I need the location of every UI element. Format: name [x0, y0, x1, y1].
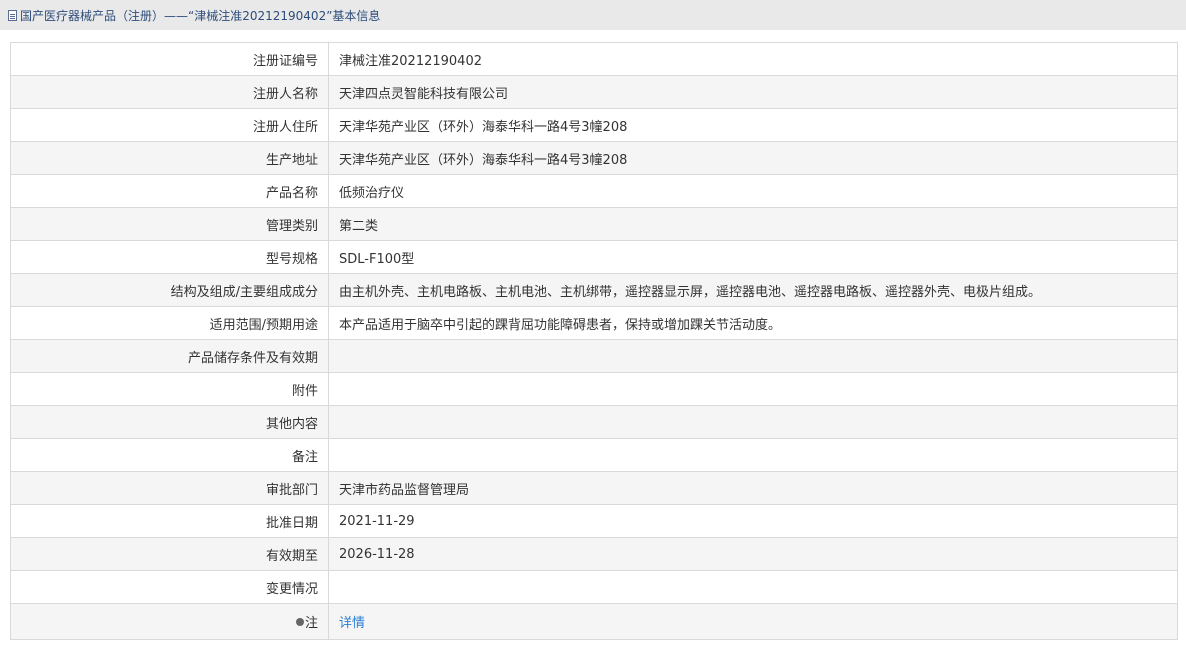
table-row: 注册证编号 津械注准20212190402: [10, 42, 1178, 76]
table-row: 结构及组成/主要组成成分 由主机外壳、主机电路板、主机电池、主机绑带，遥控器显示屏…: [10, 273, 1178, 307]
info-table: 注册证编号 津械注准20212190402 注册人名称 天津四点灵智能科技有限公司 注册…: [10, 42, 1178, 640]
note-row: 注 详情: [10, 603, 1178, 640]
row-label: 产品储存条件及有效期: [10, 339, 329, 373]
table-row: 生产地址 天津华苑产业区（环外）海泰华科一路4号3幢208: [10, 141, 1178, 175]
row-value: [328, 372, 1178, 406]
row-value: 第二类: [328, 207, 1178, 241]
table-row: 变更情况: [10, 570, 1178, 604]
table-row: 注册人住所 天津华苑产业区（环外）海泰华科一路4号3幢208: [10, 108, 1178, 142]
row-value: 低频治疗仪: [328, 174, 1178, 208]
table-row: 注册人名称 天津四点灵智能科技有限公司: [10, 75, 1178, 109]
info-table-body: 注册证编号 津械注准20212190402 注册人名称 天津四点灵智能科技有限公司 注册…: [10, 42, 1178, 640]
row-value: 天津华苑产业区（环外）海泰华科一路4号3幢208: [328, 141, 1178, 175]
lightbulb-icon: [295, 618, 304, 626]
row-value: [328, 570, 1178, 604]
row-value: [328, 438, 1178, 472]
row-label: 有效期至: [10, 537, 329, 571]
row-label: 管理类别: [10, 207, 329, 241]
row-label: 批准日期: [10, 504, 329, 538]
row-value: 由主机外壳、主机电路板、主机电池、主机绑带，遥控器显示屏，遥控器电池、遥控器电路…: [328, 273, 1178, 307]
table-row: 备注: [10, 438, 1178, 472]
info-table-container: 注册证编号 津械注准20212190402 注册人名称 天津四点灵智能科技有限公司 注册…: [10, 42, 1178, 640]
table-row: 其他内容: [10, 405, 1178, 439]
row-value: [328, 405, 1178, 439]
row-label: 变更情况: [10, 570, 329, 604]
table-row: 附件: [10, 372, 1178, 406]
note-value-cell: 详情: [328, 603, 1178, 640]
row-label: 注册人住所: [10, 108, 329, 142]
row-label: 生产地址: [10, 141, 329, 175]
page-header: 国产医疗器械产品（注册）——“津械注准20212190402”基本信息: [0, 0, 1186, 30]
row-label: 适用范围/预期用途: [10, 306, 329, 340]
row-label: 备注: [10, 438, 329, 472]
note-label: 注: [304, 616, 318, 631]
table-row: 批准日期 2021-11-29: [10, 504, 1178, 538]
row-value: 2026-11-28: [328, 537, 1178, 571]
row-label: 型号规格: [10, 240, 329, 274]
table-row: 产品名称 低频治疗仪: [10, 174, 1178, 208]
row-value: 津械注准20212190402: [328, 42, 1178, 76]
row-value: [328, 339, 1178, 373]
table-row: 审批部门 天津市药品监督管理局: [10, 471, 1178, 505]
row-value: 天津市药品监督管理局: [328, 471, 1178, 505]
row-value: 本产品适用于脑卒中引起的踝背屈功能障碍患者，保持或增加踝关节活动度。: [328, 306, 1178, 340]
row-label: 审批部门: [10, 471, 329, 505]
table-row: 产品储存条件及有效期: [10, 339, 1178, 373]
row-value: 天津四点灵智能科技有限公司: [328, 75, 1178, 109]
row-label: 注册证编号: [10, 42, 329, 76]
row-label: 其他内容: [10, 405, 329, 439]
table-row: 管理类别 第二类: [10, 207, 1178, 241]
row-label: 附件: [10, 372, 329, 406]
row-label: 产品名称: [10, 174, 329, 208]
table-row: 有效期至 2026-11-28: [10, 537, 1178, 571]
table-row: 型号规格 SDL-F100型: [10, 240, 1178, 274]
row-value: SDL-F100型: [328, 240, 1178, 274]
document-icon: [8, 9, 17, 21]
table-row: 适用范围/预期用途 本产品适用于脑卒中引起的踝背屈功能障碍患者，保持或增加踝关节活…: [10, 306, 1178, 340]
note-label-cell: 注: [10, 603, 329, 640]
row-label: 结构及组成/主要组成成分: [10, 273, 329, 307]
page-title: 国产医疗器械产品（注册）——“津械注准20212190402”基本信息: [20, 8, 381, 23]
row-label: 注册人名称: [10, 75, 329, 109]
row-value: 2021-11-29: [328, 504, 1178, 538]
row-value: 天津华苑产业区（环外）海泰华科一路4号3幢208: [328, 108, 1178, 142]
details-link[interactable]: 详情: [339, 616, 365, 631]
